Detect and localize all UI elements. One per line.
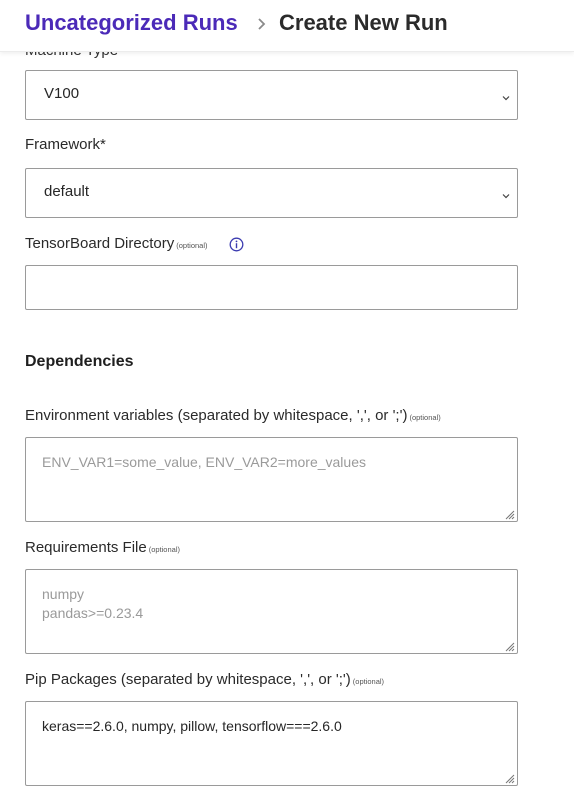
machine-type-value: V100 [44,85,80,102]
framework-select[interactable]: default [25,168,518,218]
optional-tag: (optional) [409,413,441,422]
chevron-down-icon [501,90,511,101]
resize-grip-icon[interactable] [503,771,515,784]
tensorboard-directory-input[interactable] [25,265,518,310]
optional-tag: (optional) [148,545,180,554]
requirements-label: Requirements File (optional) [25,539,180,556]
pip-packages-label: Pip Packages (separated by whitespace, '… [25,671,384,688]
pip-packages-textarea[interactable]: keras==2.6.0, numpy, pillow, tensorflow=… [25,701,518,786]
resize-grip-icon[interactable] [503,639,515,652]
env-vars-label: Environment variables (separated by whit… [25,407,441,424]
breadcrumb-parent-link[interactable]: Uncategorized Runs [25,10,238,36]
requirements-label-text: Requirements File [25,539,147,556]
machine-type-select[interactable]: V100 [25,70,518,120]
framework-label: Framework* [25,136,106,153]
tensorboard-label: TensorBoard Directory (optional) [25,235,208,252]
chevron-right-icon [253,13,271,35]
optional-tag: (optional) [352,677,385,686]
env-vars-placeholder: ENV_VAR1=some_value, ENV_VAR2=more_value… [42,454,366,470]
pip-packages-value: keras==2.6.0, numpy, pillow, tensorflow=… [42,718,342,734]
info-icon[interactable] [229,237,244,252]
chevron-down-icon [501,188,511,199]
resize-grip-icon[interactable] [503,507,515,520]
tensorboard-label-text: TensorBoard Directory [25,235,175,252]
env-vars-textarea[interactable]: ENV_VAR1=some_value, ENV_VAR2=more_value… [25,437,518,522]
dependencies-heading: Dependencies [25,353,134,370]
env-vars-label-text: Environment variables (separated by whit… [25,407,408,424]
optional-tag: (optional) [176,241,208,250]
requirements-textarea[interactable]: numpy pandas>=0.23.4 [25,569,518,654]
header: Uncategorized Runs Create New Run [0,0,574,52]
page-title: Create New Run [279,10,448,35]
pip-packages-label-text: Pip Packages (separated by whitespace, '… [25,671,351,688]
framework-value: default [44,183,90,200]
requirements-placeholder: numpy pandas>=0.23.4 [42,586,144,621]
